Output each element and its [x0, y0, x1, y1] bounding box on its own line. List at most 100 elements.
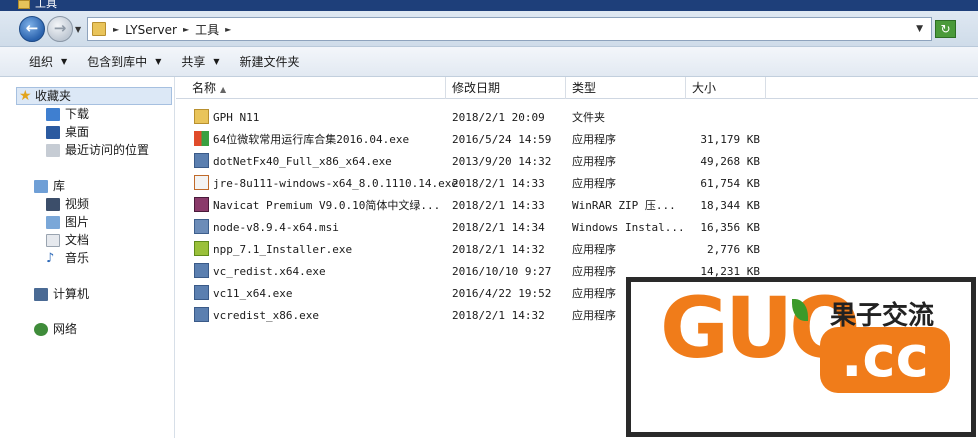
- title-bar: 工具: [0, 0, 978, 11]
- file-type: 应用程序: [572, 177, 616, 190]
- desktop-icon: [46, 125, 60, 139]
- file-row[interactable]: npp_7.1_Installer.exe 2018/2/1 14:32 应用程序 2…: [186, 238, 766, 260]
- recent-pages-dropdown-icon[interactable]: ▼: [75, 25, 81, 34]
- include-in-library-label: 包含到库中: [87, 55, 148, 69]
- installer-icon: [194, 285, 209, 300]
- download-folder-icon: [46, 107, 60, 121]
- file-date: 2018/2/1 14:34: [452, 220, 545, 234]
- sidebar-item-desktop[interactable]: 桌面: [46, 124, 89, 140]
- file-name: vc11_x64.exe: [213, 286, 293, 300]
- file-name: node-v8.9.4-x64.msi: [213, 220, 339, 234]
- installer-icon: [194, 263, 209, 278]
- command-bar: 组织 ▼ 包含到库中 ▼ 共享 ▼ 新建文件夹: [0, 47, 978, 77]
- sidebar-item-computer[interactable]: 计算机: [34, 286, 89, 302]
- file-row[interactable]: 64位微软常用运行库合集2016.04.exe 2016/5/24 14:59 应用…: [186, 128, 766, 150]
- refresh-icon: ↻: [940, 22, 951, 36]
- sidebar-item-network[interactable]: 网络: [34, 321, 77, 337]
- chevron-right-icon[interactable]: ►: [113, 25, 119, 34]
- arrow-left-icon: ←: [25, 19, 39, 37]
- sidebar-item-label: 文档: [65, 233, 90, 247]
- column-header-type[interactable]: 类型: [566, 77, 686, 99]
- computer-icon: [34, 287, 48, 301]
- file-list-header: 名称 ▲ 修改日期 类型 大小: [176, 77, 978, 99]
- watermark-logo: GUO 果子交流 .cc: [620, 265, 978, 438]
- file-row[interactable]: dotNetFx40_Full_x86_x64.exe 2013/9/20 14:…: [186, 150, 766, 172]
- file-type: 应用程序: [572, 287, 616, 300]
- organize-button[interactable]: 组织 ▼: [19, 53, 77, 70]
- star-icon: ★: [19, 87, 32, 104]
- sidebar-item-label: 收藏夹: [35, 89, 72, 103]
- sidebar-item-music[interactable]: ♪ 音乐: [46, 250, 89, 266]
- file-date: 2018/2/1 14:32: [452, 242, 545, 256]
- breadcrumb: ► LYServer ► 工具 ►: [113, 21, 231, 38]
- winrar-icon: [194, 197, 209, 212]
- chevron-right-icon[interactable]: ►: [183, 25, 189, 34]
- column-header-label: 类型: [572, 81, 597, 95]
- file-date: 2016/10/10 9:27: [452, 264, 552, 278]
- breadcrumb-item-server[interactable]: LYServer: [125, 23, 177, 37]
- sidebar-item-label: 最近访问的位置: [65, 143, 150, 157]
- file-row[interactable]: node-v8.9.4-x64.msi 2018/2/1 14:34 Windows…: [186, 216, 766, 238]
- sidebar-item-favorites[interactable]: ★ 收藏夹: [16, 87, 172, 105]
- file-type: 应用程序: [572, 309, 616, 322]
- sidebar-item-downloads[interactable]: 下载: [46, 106, 89, 122]
- sidebar-item-documents[interactable]: 文档: [46, 232, 89, 248]
- network-icon: [34, 322, 48, 336]
- recent-places-icon: [46, 143, 60, 157]
- sidebar-item-pictures[interactable]: 图片: [46, 214, 89, 230]
- watermark-domain-text: .cc: [820, 327, 950, 393]
- file-size: 16,356 KB: [700, 220, 760, 234]
- pictures-icon: [46, 215, 60, 229]
- column-header-date[interactable]: 修改日期: [446, 77, 566, 99]
- back-button[interactable]: ←: [19, 16, 45, 42]
- sidebar-item-label: 库: [53, 179, 66, 193]
- column-header-name[interactable]: 名称 ▲: [186, 77, 446, 99]
- file-type: 应用程序: [572, 133, 616, 146]
- sidebar-item-videos[interactable]: 视频: [46, 196, 89, 212]
- file-row[interactable]: GPH N11 2018/2/1 20:09 文件夹: [186, 106, 766, 128]
- music-icon: ♪: [46, 250, 55, 266]
- file-type: 应用程序: [572, 155, 616, 168]
- file-date: 2018/2/1 14:33: [452, 176, 545, 190]
- share-button[interactable]: 共享 ▼: [171, 53, 229, 70]
- file-row[interactable]: jre-8u111-windows-x64_8.0.1110.14.exe 201…: [186, 172, 766, 194]
- sidebar-item-recent[interactable]: 最近访问的位置: [46, 142, 149, 158]
- chevron-down-icon[interactable]: ▼: [916, 24, 923, 34]
- refresh-button[interactable]: ↻: [935, 20, 956, 38]
- file-row[interactable]: Navicat Premium V9.0.10简体中文绿... 2018/2/1 …: [186, 194, 766, 216]
- installer-icon: [194, 307, 209, 322]
- sidebar-item-libraries[interactable]: 库: [34, 178, 65, 194]
- documents-icon: [46, 233, 60, 247]
- chevron-down-icon: ▼: [213, 57, 220, 66]
- chevron-down-icon: ▼: [155, 57, 162, 66]
- file-name: dotNetFx40_Full_x86_x64.exe: [213, 154, 392, 168]
- new-folder-button[interactable]: 新建文件夹: [230, 53, 310, 70]
- forward-button[interactable]: →: [47, 16, 73, 42]
- breadcrumb-item-folder[interactable]: 工具: [195, 21, 219, 38]
- folder-icon: [92, 22, 106, 36]
- installer-icon: [194, 153, 209, 168]
- new-folder-label: 新建文件夹: [239, 55, 300, 69]
- address-bar[interactable]: ► LYServer ► 工具 ► ▼: [87, 17, 932, 41]
- file-name: vc_redist.x64.exe: [213, 264, 326, 278]
- file-size: 2,776 KB: [707, 242, 760, 256]
- file-type: 文件夹: [572, 111, 605, 124]
- organize-label: 组织: [29, 55, 54, 69]
- library-icon: [34, 179, 48, 193]
- sidebar-item-label: 视频: [65, 197, 90, 211]
- navigation-pane: ★ 收藏夹 下载 桌面 最近访问的位置 库 视频 图片 文档 ♪ 音乐 计算机 …: [0, 77, 175, 438]
- file-size: 49,268 KB: [700, 154, 760, 168]
- include-in-library-button[interactable]: 包含到库中 ▼: [77, 53, 171, 70]
- notepad-icon: [194, 241, 209, 256]
- window-title: 工具: [35, 0, 57, 10]
- share-label: 共享: [181, 55, 206, 69]
- address-row: ← → ▼ ► LYServer ► 工具 ► ▼ ↻: [0, 11, 978, 47]
- file-date: 2016/5/24 14:59: [452, 132, 552, 146]
- file-date: 2018/2/1 14:33: [452, 198, 545, 212]
- column-header-size[interactable]: 大小: [686, 77, 766, 99]
- chevron-right-icon[interactable]: ►: [225, 25, 231, 34]
- file-name: jre-8u111-windows-x64_8.0.1110.14.exe: [213, 176, 459, 190]
- file-name: npp_7.1_Installer.exe: [213, 242, 353, 256]
- column-header-label: 修改日期: [452, 81, 501, 95]
- file-type: Windows Instal...: [572, 220, 685, 234]
